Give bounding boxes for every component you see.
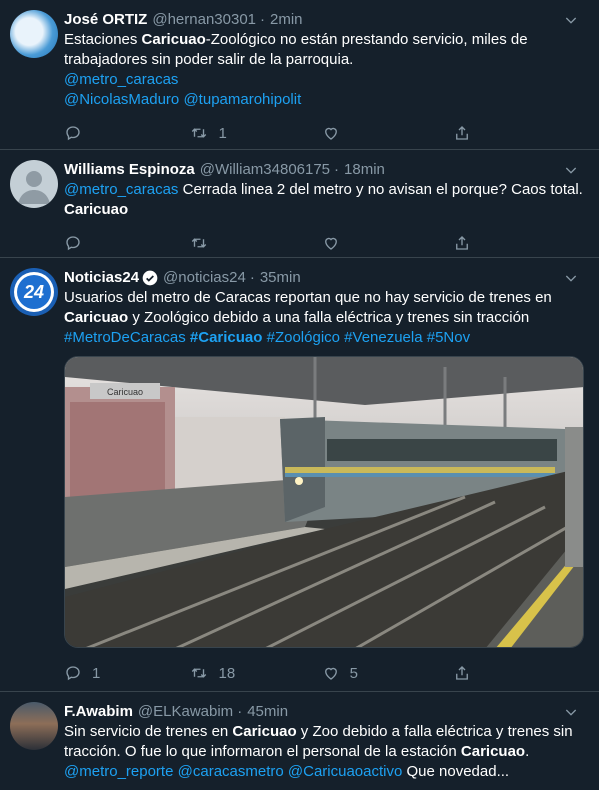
share-icon <box>455 126 468 140</box>
like-icon <box>324 237 337 250</box>
keyword: Caricuao <box>64 201 129 218</box>
author-handle[interactable]: @William34806175 <box>200 160 330 180</box>
like-icon <box>324 667 337 680</box>
separator-dot: · <box>260 11 266 28</box>
tweet-header: Noticias24 @noticias24 · 35min <box>64 268 584 288</box>
retweet-icon <box>192 238 207 248</box>
chevron-down-icon[interactable] <box>563 704 579 720</box>
mention-link[interactable]: @caracasmetro <box>178 763 284 780</box>
author-name[interactable]: Williams Espinoza <box>64 160 195 180</box>
separator-dot: · <box>237 703 243 720</box>
mention-link[interactable]: @metro_caracas <box>64 71 178 88</box>
reply-button[interactable] <box>64 234 190 252</box>
tweet-header: Williams Espinoza @William34806175 · 18m… <box>64 160 584 180</box>
keyword: Caricuao <box>460 743 526 760</box>
retweet-icon <box>192 668 207 678</box>
hashtag-link[interactable]: #5Nov <box>427 329 470 346</box>
keyword: Caricuao <box>141 31 206 48</box>
tweet-actions: 1 18 5 <box>64 658 584 688</box>
retweet-button[interactable] <box>190 234 321 252</box>
author-name[interactable]: F.Awabim <box>64 702 133 722</box>
tweet[interactable]: Williams Espinoza @William34806175 · 18m… <box>0 150 599 258</box>
tweet-text: @metro_caracas Cerrada linea 2 del metro… <box>64 181 583 218</box>
reply-icon <box>66 666 80 681</box>
author-handle[interactable]: @noticias24 <box>163 268 246 288</box>
share-button[interactable] <box>453 664 584 682</box>
share-icon <box>455 236 468 250</box>
avatar[interactable] <box>10 10 58 58</box>
avatar[interactable]: 24 <box>10 268 58 316</box>
tweet[interactable]: F.Awabim @ELKawabim · 45min Sin servicio… <box>0 692 599 790</box>
timestamp[interactable]: 45min <box>247 702 288 722</box>
keyword: Caricuao <box>64 309 129 326</box>
mention-link[interactable]: @Caricuaoactivo <box>288 763 402 780</box>
avatar[interactable] <box>10 702 58 750</box>
verified-icon <box>142 270 158 286</box>
tweet-text: Estaciones Caricuao-Zoológico no están p… <box>64 31 528 108</box>
chevron-down-icon[interactable] <box>563 162 579 178</box>
timestamp[interactable]: 35min <box>260 268 301 288</box>
like-button[interactable] <box>322 234 453 252</box>
author-name[interactable]: Noticias24 <box>64 268 139 288</box>
reply-button[interactable] <box>64 124 190 142</box>
like-button[interactable] <box>322 124 453 142</box>
author-name[interactable]: José ORTIZ <box>64 10 147 30</box>
hashtag-link[interactable]: #Caricuao <box>190 329 263 346</box>
tweet-actions <box>64 228 584 258</box>
share-button[interactable] <box>453 124 584 142</box>
separator-dot: · <box>249 269 255 286</box>
retweet-button[interactable]: 1 <box>190 124 321 142</box>
tweet[interactable]: 24 Noticias24 @noticias24 · 35min Usuari… <box>0 258 599 692</box>
author-handle[interactable]: @ELKawabim <box>138 702 233 722</box>
timestamp[interactable]: 2min <box>270 10 303 30</box>
share-icon <box>455 666 468 680</box>
reply-icon <box>66 236 80 251</box>
tweet-photo[interactable]: Caricuao <box>64 356 584 648</box>
tweet[interactable]: José ORTIZ @hernan30301 · 2min Estacione… <box>0 0 599 150</box>
share-button[interactable] <box>453 234 584 252</box>
timestamp[interactable]: 18min <box>344 160 385 180</box>
tweet-text: Sin servicio de trenes en Caricuao y Zoo… <box>64 723 573 780</box>
mention-link[interactable]: @tupamarohipolit <box>183 91 301 108</box>
avatar[interactable] <box>10 160 58 208</box>
hashtag-link[interactable]: #Zoológico <box>267 329 340 346</box>
noticias24-logo: 24 <box>14 272 54 312</box>
hashtag-link[interactable]: #Venezuela <box>344 329 422 346</box>
tweet-actions: 1 <box>64 118 584 148</box>
retweet-icon <box>192 128 207 138</box>
chevron-down-icon[interactable] <box>563 270 579 286</box>
reply-icon <box>66 126 80 141</box>
separator-dot: · <box>334 161 340 178</box>
chevron-down-icon[interactable] <box>563 12 579 28</box>
reply-button[interactable]: 1 <box>64 664 190 682</box>
default-avatar-icon <box>18 171 50 204</box>
retweet-button[interactable]: 18 <box>190 664 321 682</box>
mention-link[interactable]: @NicolasMaduro <box>64 91 179 108</box>
metro-train-photo: Caricuao <box>65 357 583 647</box>
keyword: Caricuao <box>232 723 297 740</box>
like-icon <box>324 127 337 140</box>
tweet-text: Usuarios del metro de Caracas reportan q… <box>64 289 552 346</box>
tweet-header: F.Awabim @ELKawabim · 45min <box>64 702 584 722</box>
mention-link[interactable]: @metro_caracas <box>64 181 178 198</box>
station-sign: Caricuao <box>107 387 143 397</box>
like-button[interactable]: 5 <box>322 664 453 682</box>
author-handle[interactable]: @hernan30301 <box>152 10 256 30</box>
hashtag-link[interactable]: #MetroDeCaracas <box>64 329 186 346</box>
tweet-header: José ORTIZ @hernan30301 · 2min <box>64 10 584 30</box>
mention-link[interactable]: @metro_reporte <box>64 763 173 780</box>
